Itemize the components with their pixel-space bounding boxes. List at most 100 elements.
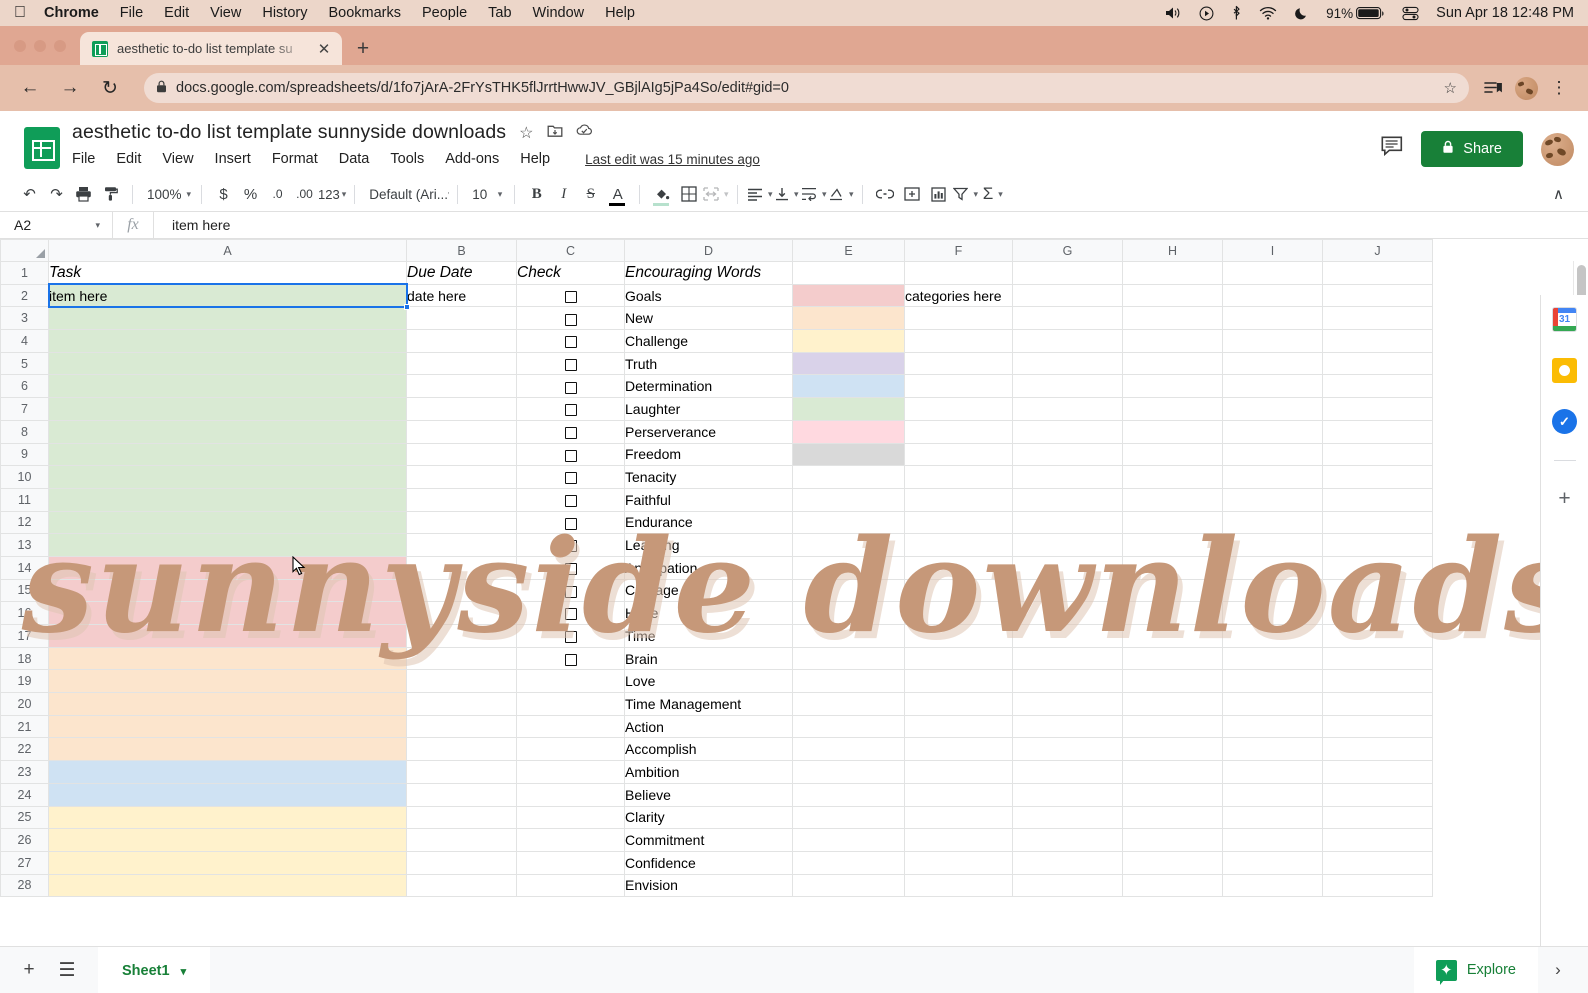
browser-tab[interactable]: aesthetic to-do list template su ✕ xyxy=(80,32,342,65)
cell-J6[interactable] xyxy=(1322,374,1433,399)
cell-D10[interactable]: Tenacity xyxy=(624,465,793,489)
sheets-menu-insert[interactable]: Insert xyxy=(215,151,251,167)
checkbox-icon[interactable] xyxy=(564,472,577,485)
cell-J21[interactable] xyxy=(1322,714,1433,739)
table-row[interactable]: 6 Determination xyxy=(0,374,1433,399)
table-row[interactable]: 16 Hope xyxy=(0,601,1433,625)
control-center-icon[interactable] xyxy=(1402,6,1419,21)
cell-I24[interactable] xyxy=(1222,782,1323,807)
cell-G7[interactable] xyxy=(1012,397,1123,421)
cell-I10[interactable] xyxy=(1222,465,1323,489)
row-header-3[interactable]: 3 xyxy=(0,306,49,331)
cell-I7[interactable] xyxy=(1222,397,1323,421)
cell-G25[interactable] xyxy=(1012,805,1123,830)
cell-A15[interactable] xyxy=(48,578,407,603)
forward-button[interactable]: → xyxy=(54,72,86,104)
cell-J27[interactable] xyxy=(1322,850,1433,875)
cell-G20[interactable] xyxy=(1012,692,1123,716)
cell-F28[interactable] xyxy=(904,873,1013,898)
cell-A2[interactable]: item here xyxy=(48,283,407,308)
insert-comment-button[interactable] xyxy=(898,181,925,207)
explore-button[interactable]: ✦ Explore xyxy=(1413,947,1538,993)
insert-link-button[interactable] xyxy=(871,181,898,207)
cell-G13[interactable] xyxy=(1012,533,1123,557)
cell-D28[interactable]: Envision xyxy=(624,873,793,898)
cell-C24[interactable] xyxy=(516,782,625,807)
cell-G1[interactable] xyxy=(1012,261,1123,285)
checkbox-icon[interactable] xyxy=(564,381,577,394)
cell-G9[interactable] xyxy=(1012,442,1123,467)
cell-B23[interactable] xyxy=(406,760,517,784)
cell-J25[interactable] xyxy=(1322,805,1433,830)
checkbox-icon[interactable] xyxy=(564,608,577,621)
cell-D17[interactable]: Time xyxy=(624,624,793,648)
cell-E9[interactable] xyxy=(792,442,905,467)
cell-J10[interactable] xyxy=(1322,465,1433,489)
cell-I18[interactable] xyxy=(1222,646,1323,671)
cell-A18[interactable] xyxy=(48,646,407,671)
cell-B13[interactable] xyxy=(406,533,517,557)
checkbox-icon[interactable] xyxy=(564,336,577,349)
cell-F5[interactable] xyxy=(904,351,1013,376)
row-header-14[interactable]: 14 xyxy=(0,555,49,580)
cell-E25[interactable] xyxy=(792,805,905,830)
cell-I15[interactable] xyxy=(1222,578,1323,603)
cell-B22[interactable] xyxy=(406,737,517,762)
cell-F13[interactable] xyxy=(904,533,1013,557)
sheets-menu-file[interactable]: File xyxy=(72,151,95,167)
column-header-f[interactable]: F xyxy=(904,239,1013,262)
cell-G3[interactable] xyxy=(1012,306,1123,331)
address-bar[interactable]: docs.google.com/spreadsheets/d/1fo7jArA-… xyxy=(144,73,1469,103)
cell-F20[interactable] xyxy=(904,692,1013,716)
cell-I5[interactable] xyxy=(1222,351,1323,376)
row-header-13[interactable]: 13 xyxy=(0,533,49,557)
cell-D16[interactable]: Hope xyxy=(624,601,793,625)
new-tab-button[interactable]: + xyxy=(348,32,378,65)
cell-J17[interactable] xyxy=(1322,624,1433,648)
cell-I17[interactable] xyxy=(1222,624,1323,648)
checkbox-icon[interactable] xyxy=(564,313,577,326)
column-header-d[interactable]: D xyxy=(624,239,793,262)
cell-E3[interactable] xyxy=(792,306,905,331)
cell-B11[interactable] xyxy=(406,487,517,512)
cell-H28[interactable] xyxy=(1122,873,1223,898)
table-row[interactable]: 5 Truth xyxy=(0,351,1433,376)
cell-E6[interactable] xyxy=(792,374,905,399)
cell-H2[interactable] xyxy=(1122,283,1223,308)
cell-I20[interactable] xyxy=(1222,692,1323,716)
cell-E5[interactable] xyxy=(792,351,905,376)
cell-E26[interactable] xyxy=(792,828,905,852)
row-header-4[interactable]: 4 xyxy=(0,329,49,353)
bookmark-star-icon[interactable]: ☆ xyxy=(1444,79,1457,97)
cell-E27[interactable] xyxy=(792,850,905,875)
row-header-5[interactable]: 5 xyxy=(0,351,49,376)
cell-A10[interactable] xyxy=(48,465,407,489)
column-header-g[interactable]: G xyxy=(1012,239,1123,262)
cell-G8[interactable] xyxy=(1012,419,1123,444)
column-header-j[interactable]: J xyxy=(1322,239,1433,262)
table-row[interactable]: 14 Anticipation xyxy=(0,555,1433,580)
cell-H27[interactable] xyxy=(1122,850,1223,875)
cell-J16[interactable] xyxy=(1322,601,1433,625)
cell-I21[interactable] xyxy=(1222,714,1323,739)
cell-G14[interactable] xyxy=(1012,555,1123,580)
last-edit-status[interactable]: Last edit was 15 minutes ago xyxy=(585,152,760,167)
cell-B17[interactable] xyxy=(406,624,517,648)
cell-F6[interactable] xyxy=(904,374,1013,399)
expand-side-panel-button[interactable]: › xyxy=(1538,960,1578,980)
cell-D22[interactable]: Accomplish xyxy=(624,737,793,762)
italic-button[interactable]: I xyxy=(550,181,577,207)
zoom-select[interactable]: 100% ▾ xyxy=(141,181,193,207)
cell-E17[interactable] xyxy=(792,624,905,648)
cell-J9[interactable] xyxy=(1322,442,1433,467)
cell-D15[interactable]: Courage xyxy=(624,578,793,603)
reload-button[interactable]: ↻ xyxy=(94,72,126,104)
row-header-11[interactable]: 11 xyxy=(0,487,49,512)
cell-J11[interactable] xyxy=(1322,487,1433,512)
table-row[interactable]: 2 item here date here Goals categories here xyxy=(0,283,1433,308)
cell-A6[interactable] xyxy=(48,374,407,399)
table-row[interactable]: 17 Time xyxy=(0,624,1433,648)
cell-H17[interactable] xyxy=(1122,624,1223,648)
table-row[interactable]: 27 Confidence xyxy=(0,850,1433,875)
cell-H24[interactable] xyxy=(1122,782,1223,807)
